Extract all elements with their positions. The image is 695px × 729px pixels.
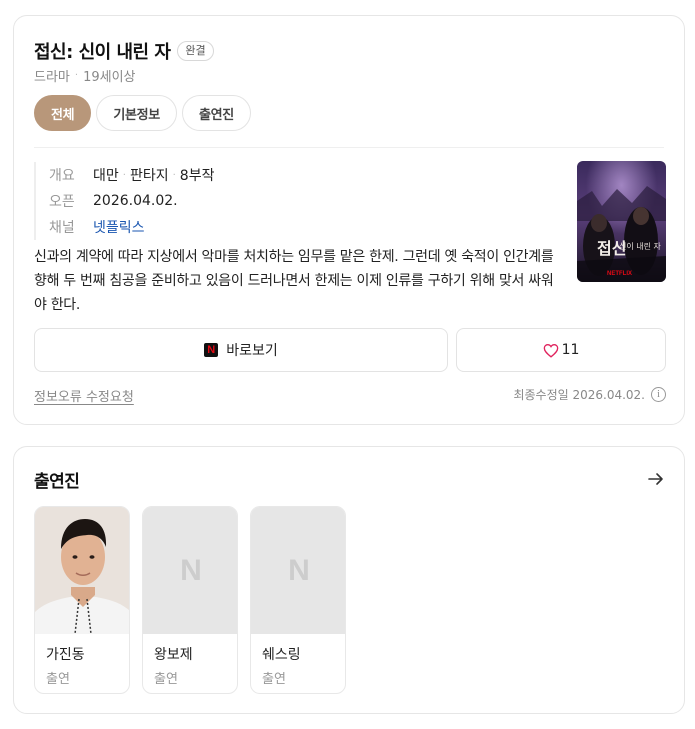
channel-row: 채널 넷플릭스 bbox=[49, 214, 214, 240]
arrow-right-icon[interactable] bbox=[646, 469, 666, 489]
cast-name: 가진동 bbox=[46, 647, 85, 663]
info-list: 개요 대만 · 판타지 · 8부작 오픈 2026.04.02. 채널 넷플릭스 bbox=[34, 162, 214, 240]
poster-subtitle-text: 신이 내린 자 bbox=[619, 241, 662, 251]
cast-member[interactable]: N 왕보제 출연 bbox=[142, 506, 238, 694]
program-meta: 드라마 · 19세이상 bbox=[34, 66, 136, 85]
title-row: 접신: 신이 내린 자 완결 bbox=[34, 38, 214, 64]
program-title[interactable]: 접신: 신이 내린 자 bbox=[34, 38, 171, 64]
info-icon[interactable]: i bbox=[651, 387, 666, 402]
separator-dot: · bbox=[122, 169, 126, 181]
avatar-placeholder: N bbox=[251, 507, 345, 634]
cast-section-title: 출연진 bbox=[34, 472, 80, 492]
tab-bar: 전체 기본정보 출연진 bbox=[34, 95, 251, 131]
overview-row: 개요 대만 · 판타지 · 8부작 bbox=[49, 162, 214, 188]
cast-list: 가진동 출연 N 왕보제 출연 N 쉐스링 출연 bbox=[34, 506, 346, 694]
divider bbox=[34, 147, 664, 148]
poster-art: 접신 신이 내린 자 NETFLIX bbox=[577, 161, 666, 282]
watch-label: 바로보기 bbox=[226, 343, 278, 359]
cast-name: 왕보제 bbox=[154, 647, 193, 663]
country-text: 대만 bbox=[93, 168, 119, 184]
open-label: 오픈 bbox=[49, 194, 75, 210]
genre-text: 드라마 bbox=[34, 70, 70, 85]
placeholder-logo: N bbox=[180, 553, 202, 587]
last-updated: 최종수정일 2026.04.02. i bbox=[513, 386, 666, 403]
avatar bbox=[35, 507, 129, 634]
heart-icon bbox=[543, 343, 558, 358]
netflix-icon: N bbox=[204, 343, 219, 357]
cast-card: 출연진 가진동 출연 N 왕보제 출연 N 쉐스링 출연 bbox=[13, 446, 685, 714]
open-date: 2026.04.02. bbox=[93, 193, 178, 209]
status-badge: 완결 bbox=[177, 41, 214, 61]
channel-link[interactable]: 넷플릭스 bbox=[93, 217, 145, 237]
channel-label: 채널 bbox=[49, 220, 75, 236]
placeholder-logo: N bbox=[288, 553, 310, 587]
avatar-placeholder: N bbox=[143, 507, 237, 634]
cast-name: 쉐스링 bbox=[262, 647, 301, 663]
open-row: 오픈 2026.04.02. bbox=[49, 188, 214, 214]
episodes-text: 8부작 bbox=[179, 168, 215, 184]
cast-member[interactable]: N 쉐스링 출연 bbox=[250, 506, 346, 694]
report-error-link[interactable]: 정보오류 수정요청 bbox=[34, 386, 134, 405]
tab-cast[interactable]: 출연진 bbox=[181, 95, 251, 131]
separator-dot: · bbox=[172, 169, 176, 181]
separator-dot: · bbox=[74, 70, 79, 81]
netflix-logo: NETFLIX bbox=[607, 271, 632, 277]
program-info-card: 접신: 신이 내린 자 완결 드라마 · 19세이상 전체 기본정보 출연진 개… bbox=[13, 15, 685, 425]
cast-role: 출연 bbox=[262, 672, 286, 687]
overview-value: 대만 · 판타지 · 8부작 bbox=[93, 165, 214, 185]
watch-button[interactable]: N 바로보기 bbox=[34, 328, 448, 372]
cast-role: 출연 bbox=[154, 672, 178, 687]
tab-all[interactable]: 전체 bbox=[34, 95, 92, 131]
like-count: 11 bbox=[561, 342, 580, 358]
synopsis: 신과의 계약에 따라 지상에서 악마를 처치하는 임무를 맡은 한제. 그런데 … bbox=[34, 249, 554, 313]
like-button[interactable]: 11 bbox=[456, 328, 666, 372]
overview-label: 개요 bbox=[49, 168, 75, 184]
actor-photo bbox=[35, 507, 129, 634]
tab-basic-info[interactable]: 기본정보 bbox=[96, 95, 177, 131]
genre-detail-text: 판타지 bbox=[129, 168, 169, 184]
poster-image[interactable]: 접신 신이 내린 자 NETFLIX bbox=[577, 161, 666, 282]
rating-text: 19세이상 bbox=[83, 70, 136, 85]
updated-text: 최종수정일 2026.04.02. bbox=[513, 388, 645, 402]
cast-member[interactable]: 가진동 출연 bbox=[34, 506, 130, 694]
cast-role: 출연 bbox=[46, 672, 70, 687]
